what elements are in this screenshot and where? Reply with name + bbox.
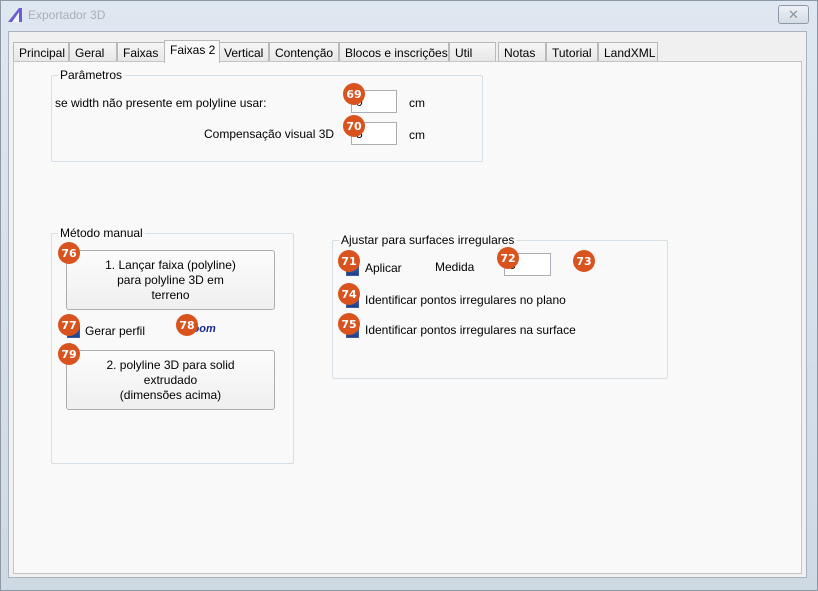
- tab-page-faixas-2: Parâmetros se width não presente em poly…: [13, 61, 802, 574]
- app-window: Exportador 3D ✕ Principal Geral Faixas F…: [0, 0, 818, 591]
- lancar-faixa-button[interactable]: 1. Lançar faixa (polyline) para polyline…: [66, 250, 275, 310]
- tab-faixas-2[interactable]: Faixas 2: [164, 40, 220, 63]
- title-bar: Exportador 3D ✕: [1, 1, 817, 31]
- tab-notas[interactable]: Notas: [498, 42, 546, 62]
- marker-badge: 78: [176, 314, 198, 336]
- marker-badge: 74: [338, 283, 360, 305]
- marker-badge: 75: [338, 313, 360, 335]
- medida-label: Medida: [435, 260, 475, 274]
- marker-badge: 72: [497, 247, 519, 269]
- marker-badge: 70: [343, 115, 365, 137]
- marker-badge: 79: [58, 343, 80, 365]
- surface-label: Identificar pontos irregulares na surfac…: [365, 323, 576, 337]
- tab-tutorial[interactable]: Tutorial: [546, 42, 598, 62]
- group-title-parametros: Parâmetros: [58, 68, 125, 82]
- marker-badge: 77: [58, 314, 80, 336]
- marker-badge: 71: [338, 250, 360, 272]
- client-area: Principal Geral Faixas Faixas 2 Vertical…: [8, 31, 807, 578]
- tab-vertical[interactable]: Vertical: [218, 42, 269, 62]
- tab-faixas[interactable]: Faixas: [117, 42, 166, 62]
- tab-blocos[interactable]: Blocos e inscrições: [339, 42, 449, 62]
- width-unit: cm: [409, 96, 425, 110]
- tab-strip: Principal Geral Faixas Faixas 2 Vertical…: [13, 40, 803, 63]
- gerar-perfil-label: Gerar perfil: [85, 324, 146, 338]
- tab-util[interactable]: Util: [449, 42, 496, 62]
- tab-geral[interactable]: Geral: [69, 42, 117, 62]
- marker-badge: 73: [573, 250, 595, 272]
- group-ajustar: Ajustar para surfaces irregulares Aplica…: [332, 233, 668, 379]
- tab-landxml[interactable]: LandXML: [598, 42, 658, 62]
- solid-extrudado-button[interactable]: 2. polyline 3D para solid extrudado (dim…: [66, 350, 275, 410]
- comp-label: Compensação visual 3D: [204, 127, 335, 141]
- comp-unit: cm: [409, 128, 425, 142]
- marker-badge: 69: [343, 83, 365, 105]
- tab-contencao[interactable]: Contenção: [269, 42, 339, 62]
- marker-badge: 76: [58, 242, 80, 264]
- close-icon: ✕: [788, 7, 799, 22]
- group-metodo-manual: Método manual 1. Lançar faixa (polyline)…: [51, 226, 294, 464]
- group-title-metodo-manual: Método manual: [58, 226, 145, 240]
- tab-principal[interactable]: Principal: [13, 42, 69, 62]
- group-parametros: Parâmetros se width não presente em poly…: [51, 68, 483, 162]
- width-label: se width não presente em polyline usar:: [55, 96, 267, 110]
- group-title-ajustar: Ajustar para surfaces irregulares: [339, 233, 517, 247]
- plano-label: Identificar pontos irregulares no plano: [365, 293, 566, 307]
- window-title: Exportador 3D: [28, 8, 106, 22]
- app-logo-icon: [8, 8, 22, 22]
- close-button[interactable]: ✕: [778, 5, 809, 24]
- aplicar-label: Aplicar: [365, 261, 402, 275]
